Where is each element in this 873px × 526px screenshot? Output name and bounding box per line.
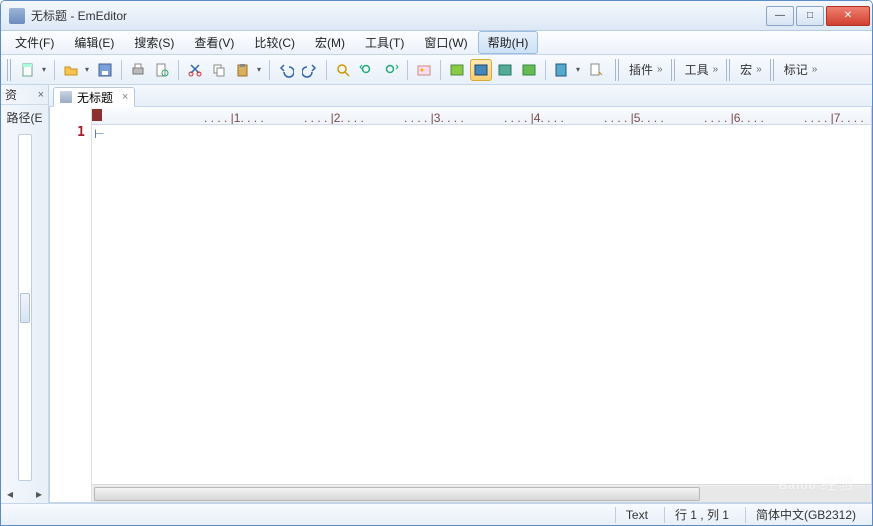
wrap-col-button[interactable] xyxy=(518,59,540,81)
toolbar-grip[interactable] xyxy=(770,59,776,81)
separator xyxy=(545,60,546,80)
document-tabstrip: 无标题 × xyxy=(49,85,872,107)
find-prev-button[interactable] xyxy=(356,59,378,81)
document-icon xyxy=(60,91,72,103)
side-panel-label: 路径(E xyxy=(1,105,48,130)
main-area: 无标题 × 1 . . . . |1. . . . . . . . |2. . .… xyxy=(49,85,872,503)
side-panel-title: 资 xyxy=(5,86,17,103)
menu-window[interactable]: 窗口(W) xyxy=(414,31,477,54)
text-zone: . . . . |1. . . . . . . . |2. . . . . . . … xyxy=(92,107,871,502)
statusbar: Text 行 1 , 列 1 简体中文(GB2312) xyxy=(1,503,872,525)
ruler-tick: . . . . |4. . . . xyxy=(504,111,564,125)
ruler-tick: . . . . |6. . . . xyxy=(704,111,764,125)
wrap-none-button[interactable] xyxy=(446,59,468,81)
toolbar: 插件 工具 宏 标记 xyxy=(1,55,872,85)
status-type: Text xyxy=(615,507,658,523)
window-controls: — □ ✕ xyxy=(766,6,870,26)
side-scroll-thumb[interactable] xyxy=(20,293,30,323)
hscroll-track[interactable] xyxy=(93,486,870,502)
wrap-window-button[interactable] xyxy=(470,59,492,81)
side-panel-header: 资 × xyxy=(1,85,48,105)
toolbar-tab-plugins[interactable]: 插件 xyxy=(625,59,667,81)
application-window: 无标题 - EmEditor — □ ✕ 文件(F) 编辑(E) 搜索(S) 查… xyxy=(0,0,873,526)
separator xyxy=(54,60,55,80)
maximize-button[interactable]: □ xyxy=(796,6,824,26)
toolbar-grip[interactable] xyxy=(7,59,13,81)
menu-view[interactable]: 查看(V) xyxy=(184,31,244,54)
copy-button[interactable] xyxy=(208,59,230,81)
menu-tools[interactable]: 工具(T) xyxy=(355,31,414,54)
text-area[interactable]: ⊢ xyxy=(92,125,871,484)
undo-button[interactable] xyxy=(275,59,297,81)
status-cursor: 行 1 , 列 1 xyxy=(664,507,739,523)
wrap-page-button[interactable] xyxy=(494,59,516,81)
horizontal-scrollbar[interactable] xyxy=(92,484,871,502)
window-title: 无标题 - EmEditor xyxy=(31,7,766,24)
find-next-button[interactable] xyxy=(380,59,402,81)
separator xyxy=(407,60,408,80)
menu-file[interactable]: 文件(F) xyxy=(5,31,64,54)
minimize-button[interactable]: — xyxy=(766,6,794,26)
side-panel: 资 × 路径(E ◂ ▸ xyxy=(1,85,49,503)
paste-button[interactable] xyxy=(232,59,264,81)
config-button[interactable] xyxy=(551,59,583,81)
menu-edit[interactable]: 编辑(E) xyxy=(64,31,124,54)
document-tab[interactable]: 无标题 × xyxy=(53,87,135,107)
side-prev-icon[interactable]: ◂ xyxy=(7,487,13,501)
separator xyxy=(178,60,179,80)
cut-button[interactable] xyxy=(184,59,206,81)
toolbar-grip[interactable] xyxy=(671,59,677,81)
toolbar-grip[interactable] xyxy=(615,59,621,81)
side-panel-close[interactable]: × xyxy=(38,89,44,101)
close-button[interactable]: ✕ xyxy=(826,6,870,26)
separator xyxy=(440,60,441,80)
ruler-tick: . . . . |3. . . . xyxy=(404,111,464,125)
editor: 1 . . . . |1. . . .. . . . |2. . . .. . … xyxy=(49,107,872,503)
side-scrollbar[interactable] xyxy=(18,134,32,481)
app-icon xyxy=(9,8,25,24)
print-button[interactable] xyxy=(127,59,149,81)
menubar: 文件(F) 编辑(E) 搜索(S) 查看(V) 比较(C) 宏(M) 工具(T)… xyxy=(1,31,872,55)
find-button[interactable] xyxy=(332,59,354,81)
props-button[interactable] xyxy=(585,59,607,81)
line-number: 1 xyxy=(50,125,91,140)
ruler-tick: . . . . |1. . . . xyxy=(204,111,264,125)
ruler: . . . . |1. . . . . . . . |2. . . . . . . … xyxy=(92,107,871,125)
menu-help[interactable]: 帮助(H) xyxy=(478,31,539,54)
titlebar: 无标题 - EmEditor — □ ✕ xyxy=(1,1,872,31)
new-file-button[interactable] xyxy=(17,59,49,81)
toolbar-grip[interactable] xyxy=(726,59,732,81)
menu-macro[interactable]: 宏(M) xyxy=(305,31,355,54)
tab-close-icon[interactable]: × xyxy=(122,91,128,103)
browse-button[interactable] xyxy=(413,59,435,81)
separator xyxy=(269,60,270,80)
toolbar-tab-macro[interactable]: 宏 xyxy=(736,59,766,81)
workarea: 资 × 路径(E ◂ ▸ 无标题 × 1 xyxy=(1,85,872,503)
toolbar-tab-markers[interactable]: 标记 xyxy=(780,59,822,81)
ruler-tick: . . . . |5. . . . xyxy=(604,111,664,125)
side-next-icon[interactable]: ▸ xyxy=(36,487,42,501)
separator xyxy=(326,60,327,80)
ruler-tick: . . . . |7. . . . xyxy=(804,111,864,125)
hscroll-thumb[interactable] xyxy=(94,487,700,501)
preview-button[interactable] xyxy=(151,59,173,81)
status-encoding: 简体中文(GB2312) xyxy=(745,507,866,523)
ruler-tick: . . . . |2. . . . xyxy=(304,111,364,125)
text-cursor: ⊢ xyxy=(94,127,104,141)
ruler-origin xyxy=(92,109,102,121)
separator xyxy=(121,60,122,80)
toolbar-tab-tools[interactable]: 工具 xyxy=(681,59,723,81)
side-panel-nav: ◂ ▸ xyxy=(1,485,48,503)
menu-compare[interactable]: 比较(C) xyxy=(244,31,305,54)
open-file-button[interactable] xyxy=(60,59,92,81)
save-button[interactable] xyxy=(94,59,116,81)
line-number-gutter: 1 xyxy=(50,107,92,502)
redo-button[interactable] xyxy=(299,59,321,81)
document-tab-label: 无标题 xyxy=(77,89,113,106)
menu-search[interactable]: 搜索(S) xyxy=(124,31,184,54)
